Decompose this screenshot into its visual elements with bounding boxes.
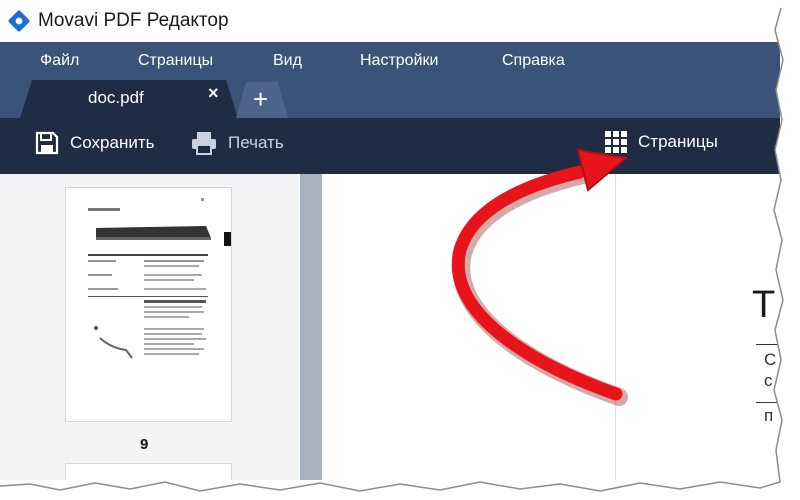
new-tab-button[interactable]: + [236,82,288,118]
menu-file[interactable]: Файл [40,52,79,70]
thumbnail-page-preview [88,198,231,359]
document-text-2: с [764,371,773,390]
document-heading: Т [752,284,776,326]
panel-splitter[interactable] [300,174,322,480]
plus-icon: + [253,84,269,114]
app-window: Movavi PDF Редактор Файл Страницы Вид На… [0,0,780,480]
menu-pages[interactable]: Страницы [138,52,213,70]
close-icon[interactable]: × [208,83,219,104]
movavi-logo-icon [8,10,30,32]
save-label: Сохранить [70,133,155,152]
document-view[interactable] [322,174,780,480]
document-rule [756,344,780,345]
toolbar: Сохранить Печать Страницы [0,118,780,174]
tab-label: doc.pdf [88,88,144,107]
print-label: Печать [228,133,284,152]
window-title: Movavi PDF Редактор [38,10,229,31]
page-thumbnails-panel: 9 [0,174,298,480]
page-number-label: 9 [140,436,149,453]
document-rule-2 [756,402,780,403]
pages-button[interactable]: Страницы [604,130,718,154]
page-thumbnail-next[interactable] [66,464,231,480]
pages-label: Страницы [638,132,718,151]
grid-icon [605,131,627,153]
document-text-1: С [764,350,777,369]
page-edge-divider [615,174,616,480]
save-button[interactable]: Сохранить [34,130,154,156]
printer-icon [192,132,216,155]
save-icon [35,131,59,155]
menu-help[interactable]: Справка [502,52,565,70]
page-thumbnail[interactable] [66,188,231,421]
menu-bar: Файл Страницы Вид Настройки Справка [0,42,780,80]
workspace: 9 Т С с п [0,174,780,480]
document-text-3: п [764,406,774,425]
print-button[interactable]: Печать [190,130,284,156]
title-bar: Movavi PDF Редактор [0,0,780,42]
menu-view[interactable]: Вид [273,52,302,70]
tab-bar: doc.pdf × + [0,80,780,118]
tab-doc-pdf[interactable]: doc.pdf × [20,80,238,118]
menu-settings[interactable]: Настройки [360,52,438,70]
